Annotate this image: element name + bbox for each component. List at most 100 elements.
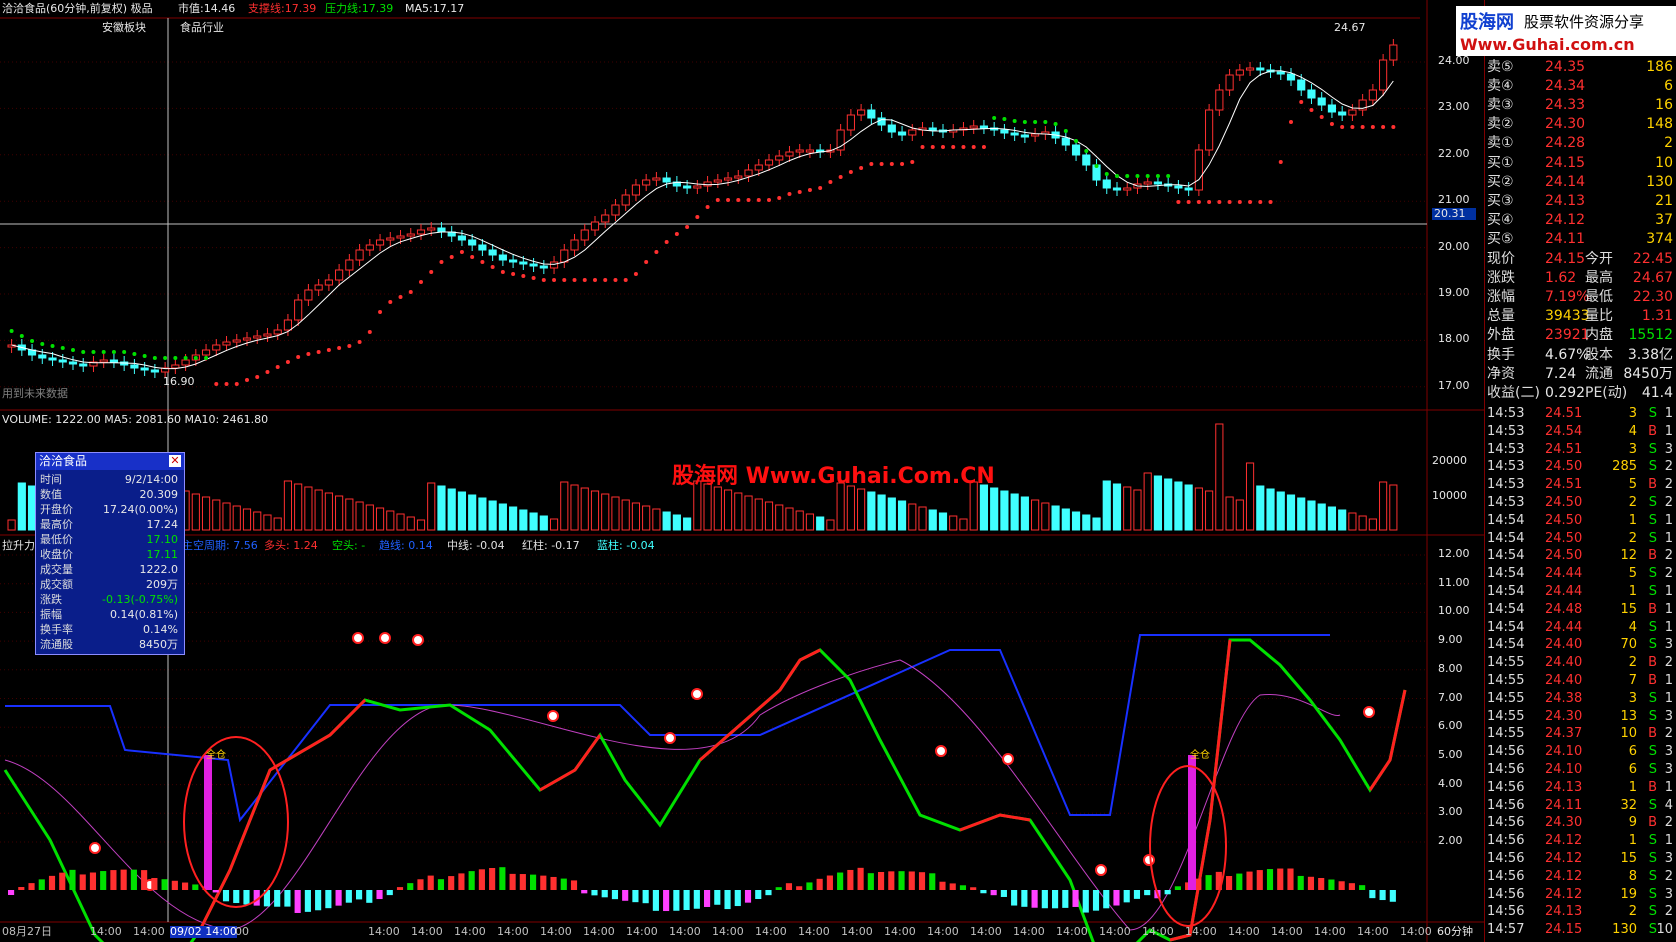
- signal-marker: [379, 632, 391, 644]
- blue-trend-line: [5, 634, 1330, 823]
- histogram-bar: [1113, 890, 1120, 906]
- price-tick-label: 21.00: [1438, 193, 1470, 207]
- volume-bar: [570, 484, 579, 531]
- histogram-bar: [427, 875, 434, 890]
- volume-bar: [1368, 518, 1377, 531]
- tick-row: 14:56 24.12 8 S 2: [1485, 868, 1676, 886]
- block-anhui[interactable]: 安徽板块: [102, 22, 146, 34]
- price-candle: [1389, 44, 1398, 61]
- ask-price: 24.34: [1545, 78, 1586, 94]
- indicator-tick-label: 11.00: [1438, 575, 1470, 589]
- histogram-bar: [1092, 890, 1100, 911]
- price-candle: [58, 359, 67, 363]
- tick-time: 14:56: [1487, 744, 1525, 760]
- trend-dot: [91, 350, 96, 354]
- histogram-bar: [1144, 890, 1151, 896]
- price-candle: [457, 235, 467, 241]
- quote-value: 24.15: [1545, 251, 1586, 267]
- tick-volume: 70: [1620, 637, 1637, 653]
- indicator-value: 中线: -0.04: [447, 539, 505, 552]
- volume-bar: [887, 497, 896, 531]
- histogram-bar: [499, 867, 506, 890]
- histogram-bar: [888, 871, 895, 890]
- tick-time: 14:54: [1487, 619, 1525, 635]
- indicator-tick-label: 6.00: [1438, 719, 1463, 733]
- trend-dot: [30, 339, 35, 343]
- info-popup[interactable]: 洽洽食品 ✕ 时间 9/2/14:00 数值 20.309 开盘价 17.24(0.00%…: [35, 452, 185, 655]
- volume-bar: [631, 502, 641, 531]
- price-candle: [335, 269, 344, 281]
- trend-dot: [521, 274, 526, 278]
- tick-time: 14:56: [1487, 815, 1525, 831]
- info-row: 数值 20.309: [40, 487, 180, 502]
- logo-line2: 股票软件资源分享: [1524, 13, 1645, 31]
- histogram-bar: [376, 890, 383, 900]
- tick-price: 24.51: [1545, 441, 1583, 457]
- price-candle: [253, 335, 262, 339]
- trend-dot: [746, 198, 751, 202]
- tick-row: 14:57 24.15 130 S 10: [1485, 921, 1676, 939]
- period-label[interactable]: 60分钟: [1437, 926, 1473, 938]
- ask-label: 卖②: [1487, 116, 1514, 132]
- tick-time: 14:56: [1487, 779, 1525, 795]
- tick-row: 14:56 24.11 32 S 4: [1485, 797, 1676, 815]
- trend-dot: [961, 145, 966, 149]
- indicator-tick-label: 12.00: [1438, 547, 1470, 560]
- price-candle: [468, 239, 477, 246]
- volume-bar: [560, 481, 569, 531]
- trend-dot: [869, 162, 874, 166]
- trend-dot: [357, 340, 362, 344]
- bid-label: 买④: [1487, 212, 1514, 228]
- main-line-rising: [699, 648, 821, 762]
- price-candle: [590, 221, 600, 231]
- tick-volume: 5: [1628, 477, 1637, 493]
- price-candle: [345, 259, 354, 271]
- quote-value: 39433: [1545, 308, 1590, 324]
- tick-side: S: [1648, 851, 1657, 866]
- tick-volume: 5: [1628, 566, 1637, 582]
- volume-bar: [242, 508, 252, 531]
- tick-side: B: [1648, 673, 1657, 688]
- trend-dot: [1022, 120, 1027, 124]
- tick-row: 14:56 24.10 6 S 3: [1485, 743, 1676, 761]
- volume-bar: [1123, 486, 1132, 531]
- main-line-rising: [1169, 639, 1232, 942]
- trend-dot: [736, 198, 741, 202]
- trend-dot: [60, 346, 65, 350]
- trend-dot: [582, 278, 587, 282]
- block-food[interactable]: 食品行业: [180, 22, 224, 34]
- price-candle: [140, 367, 149, 371]
- price-candle: [150, 369, 159, 373]
- trend-dot: [828, 180, 833, 184]
- tick-count: 1: [1664, 601, 1673, 617]
- tick-time: 14:54: [1487, 548, 1525, 564]
- trend-dot: [695, 215, 700, 219]
- tick-count: 1: [1664, 406, 1673, 421]
- quote-key: 量比: [1585, 308, 1613, 324]
- main-line-rising: [1368, 689, 1407, 791]
- tick-count: 3: [1664, 886, 1673, 902]
- trend-dot: [81, 350, 86, 354]
- trend-dot: [152, 356, 157, 360]
- histogram-bar: [826, 875, 833, 890]
- tick-time: 14:54: [1487, 601, 1525, 617]
- close-icon[interactable]: ✕: [169, 455, 181, 467]
- low-mark: 16.90: [163, 375, 195, 388]
- info-value: 17.10: [146, 533, 179, 546]
- volume-bar: [498, 503, 507, 531]
- info-key: 成交额: [40, 578, 73, 591]
- volume-bar: [1133, 489, 1142, 531]
- histogram-bar: [652, 890, 659, 911]
- histogram-bar: [151, 877, 158, 890]
- quote-key: 流通: [1585, 366, 1613, 382]
- time-tick-label: 14:00: [970, 925, 1002, 938]
- indicator-name: 拉升力: [2, 539, 35, 552]
- histogram-bar: [1031, 890, 1038, 908]
- quote-row: 净资 7.24 流通 8450万: [1485, 365, 1676, 384]
- indicator-value: 多头: 1.24: [264, 539, 318, 552]
- trend-dot: [910, 160, 915, 164]
- volume-bar: [1031, 499, 1040, 531]
- trend-dot: [797, 190, 802, 194]
- trend-dot: [1278, 160, 1283, 164]
- tick-price: 24.15: [1545, 922, 1583, 938]
